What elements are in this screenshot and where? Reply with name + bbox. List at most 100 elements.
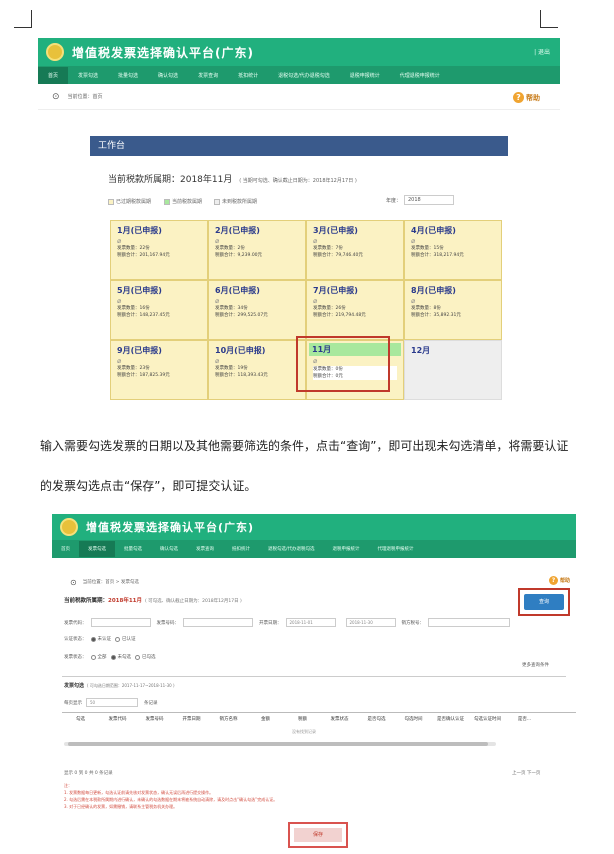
nav2-item-confirm[interactable]: 确认勾选: [151, 546, 187, 552]
logout-link[interactable]: | 退出: [534, 47, 550, 56]
year-select[interactable]: 2018: [404, 195, 454, 205]
month-cell-5[interactable]: 5月(已申报) ⌀ 发票数量：16份 税额合计：148,237.45元: [110, 280, 208, 340]
legend-row: 已过期税款属期 当前税款属期 未到税款所属期 年度： 2018: [90, 195, 508, 211]
paperclip-icon: ⌀: [117, 357, 122, 365]
year-label: 年度：: [386, 198, 402, 204]
col-check[interactable]: 勾选: [62, 716, 99, 722]
help-icon: ?: [513, 92, 524, 103]
instruction-paragraph: 输入需要勾选发票的日期以及其他需要筛选的条件，点击“查询”，即可出现未勾选清单，…: [40, 439, 569, 493]
col-check-time: 勾选时间: [404, 717, 423, 722]
page-size-row: 每页显示 50 条记录: [64, 698, 158, 707]
month-cell-7[interactable]: 7月(已申报) ⌀ 发票数量：26份 税额合计：219,794.48元: [306, 280, 404, 340]
filter-invoice-status: 发票状态： 全部 未勾选 已勾选: [64, 654, 156, 660]
screenshot-query-page: 增值税发票选择确认平台(广东) 首页 发票勾选 批量勾选 确认勾选 发票查询 抵…: [52, 514, 576, 850]
nav-item-refund[interactable]: 退税勾选/代办退税勾选: [268, 72, 340, 79]
nav2-item-query[interactable]: 发票查询: [187, 546, 223, 552]
legend-current: 当前税款属期: [164, 198, 202, 205]
filter-auth-status: 认证状态： 未认证 已认证: [64, 636, 136, 642]
col-issue-date: 开票日期: [182, 717, 201, 722]
filter-row-1: 发票代码： 发票号码： 开票日期： 2018-11-01 2018-11-30 …: [64, 618, 516, 627]
section-title: 发票勾选: [64, 683, 85, 689]
month-cell-8[interactable]: 8月(已申报) ⌀ 发票数量：8份 税额合计：35,892.31元: [404, 280, 502, 340]
no-data-message: 没有找到记录: [292, 729, 316, 734]
note-heading: 注：: [64, 783, 72, 788]
nav-item-home[interactable]: 首页: [38, 66, 69, 84]
seller-tax-id-input[interactable]: [428, 618, 510, 627]
paperclip-icon: ⌀: [215, 237, 220, 245]
nav-item-agent-stats[interactable]: 代理退税申报统计: [390, 72, 450, 79]
nav-item-confirm[interactable]: 确认勾选: [148, 72, 188, 79]
nav-item-batch[interactable]: 批量勾选: [108, 72, 148, 79]
nav-item-check[interactable]: 发票勾选: [68, 72, 108, 79]
month-cell-3[interactable]: 3月(已申报) ⌀ 发票数量：7份 税额合计：79,746.40元: [306, 220, 404, 280]
nav2-item-home[interactable]: 首页: [52, 546, 79, 552]
corner-mark-left: [14, 10, 32, 28]
radio-all[interactable]: [90, 654, 96, 660]
breadcrumb-bar: ⊙ 当前位置：首页 ? 帮助: [38, 84, 560, 110]
nav2-item-agent-stats[interactable]: 代理退税申报统计: [369, 546, 423, 552]
pagination[interactable]: 上一页 下一页: [512, 770, 540, 776]
col-is-checked: 是否勾选: [367, 717, 386, 722]
nav2-item-check[interactable]: 发票勾选: [79, 541, 115, 557]
help-label: 帮助: [526, 93, 540, 102]
note-3: 3. 对于已经确认的发票，如需撤销，请联系主管税务机关办理。: [64, 804, 178, 809]
nav2-item-stats[interactable]: 抵扣统计: [223, 546, 259, 552]
main-nav: 首页 发票勾选 批量勾选 确认勾选 发票查询 抵扣统计 退税勾选/代办退税勾选 …: [38, 66, 560, 84]
radio-unauthenticated[interactable]: [90, 636, 96, 642]
col-confirm-time: 勾选认证时间: [474, 717, 501, 722]
corner-mark-right: [540, 10, 558, 28]
month-cell-10[interactable]: 10月(已申报) ⌀ 发票数量：19份 税额合计：118,393.43元: [208, 340, 306, 400]
page-size-suffix: 条记录: [144, 700, 158, 706]
location-pin-icon: ⊙: [52, 91, 60, 102]
section-divider: [62, 676, 566, 677]
radio-authenticated[interactable]: [115, 636, 120, 642]
month-cell-4[interactable]: 4月(已申报) ⌀ 发票数量：15份 税额合计：318,217.94元: [404, 220, 502, 280]
radio-checked[interactable]: [135, 654, 140, 660]
nav2-item-refund-stats[interactable]: 退税申报统计: [324, 546, 369, 552]
month-cell-1[interactable]: 1月(已申报) ⌀ 发票数量：22份 税额合计：201,167.94元: [110, 220, 208, 280]
date-to-input[interactable]: 2018-11-30: [345, 618, 396, 627]
col-is-confirmed: 是否确认认证: [437, 717, 464, 722]
query-period-label: 当前税款所属期：: [64, 598, 109, 604]
month-cell-2[interactable]: 2月(已申报) ⌀ 发票数量：2份 税额合计：9,239.00元: [208, 220, 306, 280]
invoice-status-label: 发票状态：: [64, 655, 87, 660]
current-period: 当前税款所属期：2018年11月 ( 当期可勾选、确认截止日期为：2018年12…: [108, 172, 508, 185]
nav-item-stats[interactable]: 抵扣统计: [228, 72, 268, 79]
note-2: 2. 勾选后需在本税款所属期内进行确认，未确认的勾选数据在期末将被系统自动清除，…: [64, 797, 278, 802]
radio-unchecked[interactable]: [110, 654, 116, 660]
app-banner-2: 增值税发票选择确认平台(广东): [52, 514, 576, 540]
page-size-select[interactable]: 50: [86, 698, 138, 707]
table-header: 勾选 发票代码 发票号码 开票日期 销方名称 金额 税额 发票状态 是否勾选 勾…: [62, 713, 576, 725]
help-button-2[interactable]: ? 帮助: [548, 576, 570, 585]
month-cell-6[interactable]: 6月(已申报) ⌀ 发票数量：34份 税额合计：299,525.07元: [208, 280, 306, 340]
help-button[interactable]: ? 帮助: [513, 92, 540, 103]
nav2-item-batch[interactable]: 批量勾选: [115, 546, 151, 552]
highlight-current-month: [296, 336, 390, 392]
invoice-code-input[interactable]: [90, 618, 151, 627]
more-options-link[interactable]: 更多查询条件: [522, 662, 549, 668]
section-note: ( 可勾选日期范围：2017-11-17~2018-11-30 ): [87, 683, 175, 688]
table-scrollbar[interactable]: [64, 742, 496, 746]
scrollbar-thumb[interactable]: [68, 742, 488, 746]
paperclip-icon: ⌀: [117, 237, 122, 245]
breadcrumb: 当前位置：首页: [67, 94, 103, 100]
breadcrumb-2: 当前位置：首页 > 发票勾选: [82, 580, 139, 585]
invoice-number-input[interactable]: [183, 618, 253, 627]
col-more: 是否...: [517, 717, 532, 722]
invoice-table: 勾选 发票代码 发票号码 开票日期 销方名称 金额 税额 发票状态 是否勾选 勾…: [62, 712, 576, 742]
nav2-item-refund[interactable]: 退税勾选/代办退税勾选: [259, 546, 324, 552]
nav-item-refund-stats[interactable]: 退税申报统计: [340, 72, 390, 79]
date-from-input[interactable]: 2018-11-01: [285, 618, 336, 627]
query-period-value: 2018年11月: [108, 598, 142, 604]
highlight-save-button: [288, 822, 348, 848]
app-title-2: 增值税发票选择确认平台(广东): [86, 521, 255, 534]
tax-emblem-icon: [46, 43, 64, 61]
paperclip-icon: ⌀: [411, 237, 416, 245]
invoice-check-section: 发票勾选( 可勾选日期范围：2017-11-17~2018-11-30 ): [64, 682, 175, 689]
breadcrumb-bar-2: ⊙ 当前位置：首页 > 发票勾选 ? 帮助: [52, 572, 576, 592]
tax-emblem-icon: [60, 518, 78, 536]
record-count: 显示 0 到 0 共 0 条记录: [64, 771, 113, 776]
nav-item-query[interactable]: 发票查询: [188, 72, 228, 79]
legend-future: 未到税款所属期: [214, 198, 257, 205]
month-cell-9[interactable]: 9月(已申报) ⌀ 发票数量：23份 税额合计：187,825.39元: [110, 340, 208, 400]
